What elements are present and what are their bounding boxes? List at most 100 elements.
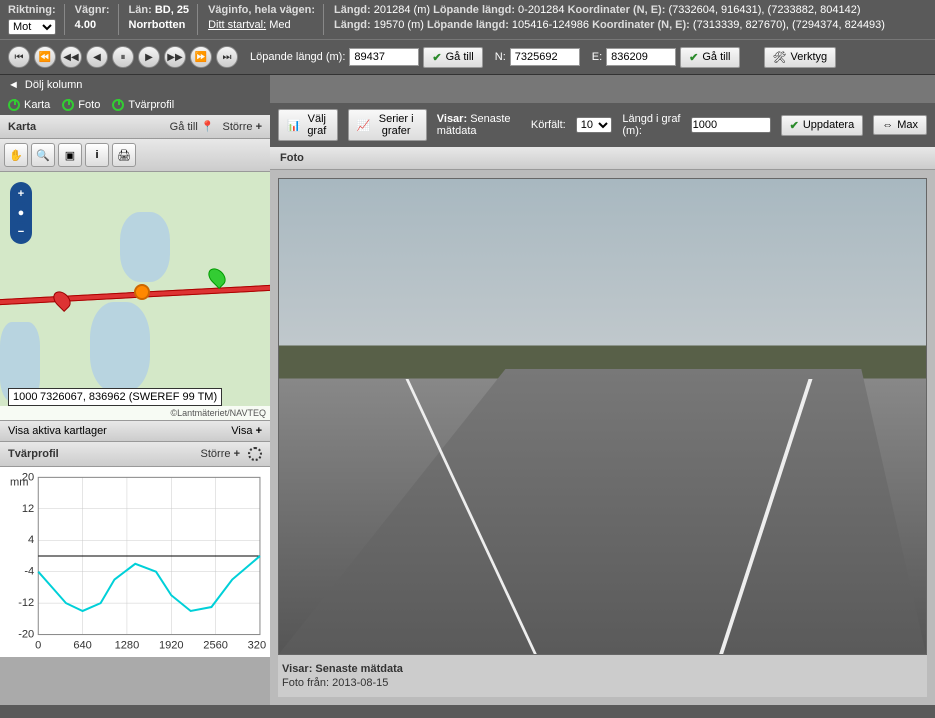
svg-text:2560: 2560 xyxy=(203,640,228,652)
vaginfo-label: Väginfo, hela vägen: xyxy=(208,4,315,16)
chart-icon: 📊 xyxy=(287,119,301,132)
foto-footer: Visar: Senaste mätdata Foto från: 2013-0… xyxy=(278,655,927,697)
korfalt-select[interactable]: 10 xyxy=(576,117,613,133)
zoom-control: + ● − xyxy=(10,182,32,244)
map-toolbar: ✋ 🔍 ▣ i 🖨 xyxy=(0,139,270,172)
startval-link[interactable]: Ditt startval: xyxy=(208,19,266,31)
lopande-label: Löpande längd (m): xyxy=(250,51,345,63)
power-icon xyxy=(8,99,20,111)
korfalt-label: Körfält: xyxy=(531,119,566,131)
storre-link[interactable]: Större + xyxy=(223,121,262,133)
tab-foto[interactable]: Foto xyxy=(62,99,100,111)
svg-text:-20: -20 xyxy=(18,629,34,641)
startval-value: Med xyxy=(269,19,290,31)
layers-visa-link[interactable]: Visa + xyxy=(231,425,262,437)
n-label: N: xyxy=(495,51,506,63)
skip-start-button[interactable]: ⏮ xyxy=(8,46,30,68)
tools-icon: 🛠 xyxy=(773,51,787,64)
step-fwd-button[interactable]: ▶ xyxy=(138,46,160,68)
gear-icon[interactable] xyxy=(248,447,262,461)
riktning-label: Riktning: xyxy=(8,4,56,16)
svg-text:12: 12 xyxy=(22,503,34,515)
lopande-input[interactable] xyxy=(349,48,419,66)
riktning-select[interactable]: Mot xyxy=(8,19,56,35)
serier-button[interactable]: 📈Serier i grafer xyxy=(348,109,427,141)
ga-till-button-2[interactable]: ✔Gå till xyxy=(680,47,739,68)
map[interactable]: + ● − 1000 7326067, 836962 (SWEREF 99 TM… xyxy=(0,172,270,420)
magnifier-icon: 🔍 xyxy=(36,149,50,162)
chevron-left-icon: ◄ xyxy=(8,79,19,91)
series-icon: 📈 xyxy=(357,119,371,132)
vagnr-label: Vägnr: xyxy=(75,4,110,16)
svg-text:640: 640 xyxy=(73,640,91,652)
sidebar-tabs: Karta Foto Tvärprofil xyxy=(0,95,270,115)
map-attribution: ©Lantmäteriet/NAVTEQ xyxy=(0,406,270,420)
map-coords-box: 1000 7326067, 836962 (SWEREF 99 TM) xyxy=(8,388,222,406)
svg-text:1920: 1920 xyxy=(159,640,184,652)
svg-text:-12: -12 xyxy=(18,597,34,609)
max-icon: ⇔ xyxy=(882,119,893,131)
layers-tool-button[interactable]: ▣ xyxy=(58,143,82,167)
forward-fast-button[interactable]: ⏩ xyxy=(190,46,212,68)
tvarprofil-header: Tvärprofil Större + xyxy=(0,442,270,467)
collapse-bar[interactable]: ◄ Dölj kolumn xyxy=(0,75,270,95)
lan-label: Län: xyxy=(129,4,152,16)
pause-button[interactable]: ⏸ xyxy=(112,46,134,68)
foto-fran: Foto från: 2013-08-15 xyxy=(282,677,923,689)
uppdatera-button[interactable]: ✔Uppdatera xyxy=(781,115,864,136)
ga-till-link[interactable]: Gå till 📍 xyxy=(170,120,215,133)
pan-tool-button[interactable]: ✋ xyxy=(4,143,28,167)
lan-sub: Norrbotten xyxy=(129,19,190,31)
verktyg-button[interactable]: 🛠Verktyg xyxy=(764,47,837,68)
svg-text:1280: 1280 xyxy=(115,640,140,652)
tab-karta[interactable]: Karta xyxy=(8,99,50,111)
content-area: 📊Välj graf 📈Serier i grafer Visar: Senas… xyxy=(270,75,935,705)
zoom-globe-button[interactable]: ● xyxy=(12,204,30,222)
layers-row: Visa aktiva kartlager Visa + xyxy=(0,420,270,442)
ga-till-button-1[interactable]: ✔Gå till xyxy=(423,47,482,68)
skip-end-button[interactable]: ⏭ xyxy=(216,46,238,68)
lan-value: BD, 25 xyxy=(155,4,189,16)
zoom-tool-button[interactable]: 🔍 xyxy=(31,143,55,167)
road-photo xyxy=(278,178,927,655)
vagnr-value: 4.00 xyxy=(75,19,110,31)
print-tool-button[interactable]: 🖨 xyxy=(112,143,136,167)
n-input[interactable] xyxy=(510,48,580,66)
rewind-fast-button[interactable]: ⏪ xyxy=(34,46,56,68)
pin-icon: 📍 xyxy=(201,121,215,133)
zoom-out-button[interactable]: − xyxy=(12,223,30,241)
forward-button[interactable]: ▶▶ xyxy=(164,46,186,68)
svg-text:4: 4 xyxy=(28,534,34,546)
langd-graf-label: Längd i graf (m): xyxy=(622,113,680,137)
foto-header: Foto xyxy=(270,147,935,170)
storre-link-2[interactable]: Större + xyxy=(201,448,240,460)
layers-icon: ▣ xyxy=(65,149,75,162)
svg-text:0: 0 xyxy=(35,640,41,652)
power-icon xyxy=(62,99,74,111)
tab-tvarprofil[interactable]: Tvärprofil xyxy=(112,99,174,111)
playback-bar: ⏮ ⏪ ◀◀ ◀ ⏸ ▶ ▶▶ ⏩ ⏭ Löpande längd (m): ✔… xyxy=(0,40,935,75)
valj-graf-button[interactable]: 📊Välj graf xyxy=(278,109,338,141)
hand-icon: ✋ xyxy=(9,149,23,162)
e-label: E: xyxy=(592,51,602,63)
info-icon: i xyxy=(95,149,98,161)
svg-text:3200: 3200 xyxy=(248,640,266,652)
karta-header: Karta Gå till 📍 Större + xyxy=(0,115,270,139)
svg-text:-4: -4 xyxy=(24,566,34,578)
svg-text:mm: mm xyxy=(10,476,28,488)
tvarprofil-chart: -20-12-44122006401280192025603200mm xyxy=(0,467,270,657)
step-back-button[interactable]: ◀ xyxy=(86,46,108,68)
foto-visar: Visar: Senaste mätdata xyxy=(282,663,923,675)
e-input[interactable] xyxy=(606,48,676,66)
info-tool-button[interactable]: i xyxy=(85,143,109,167)
sidebar: ◄ Dölj kolumn Karta Foto Tvärprofil Kart… xyxy=(0,75,270,705)
foto-area: Visar: Senaste mätdata Foto från: 2013-0… xyxy=(270,170,935,705)
map-pin-start xyxy=(50,288,74,312)
langd-graf-input[interactable] xyxy=(691,117,771,133)
map-pin-end xyxy=(205,265,229,289)
power-icon xyxy=(112,99,124,111)
max-button[interactable]: ⇔Max xyxy=(873,115,927,135)
layers-label: Visa aktiva kartlager xyxy=(8,425,107,437)
zoom-in-button[interactable]: + xyxy=(12,185,30,203)
rewind-button[interactable]: ◀◀ xyxy=(60,46,82,68)
